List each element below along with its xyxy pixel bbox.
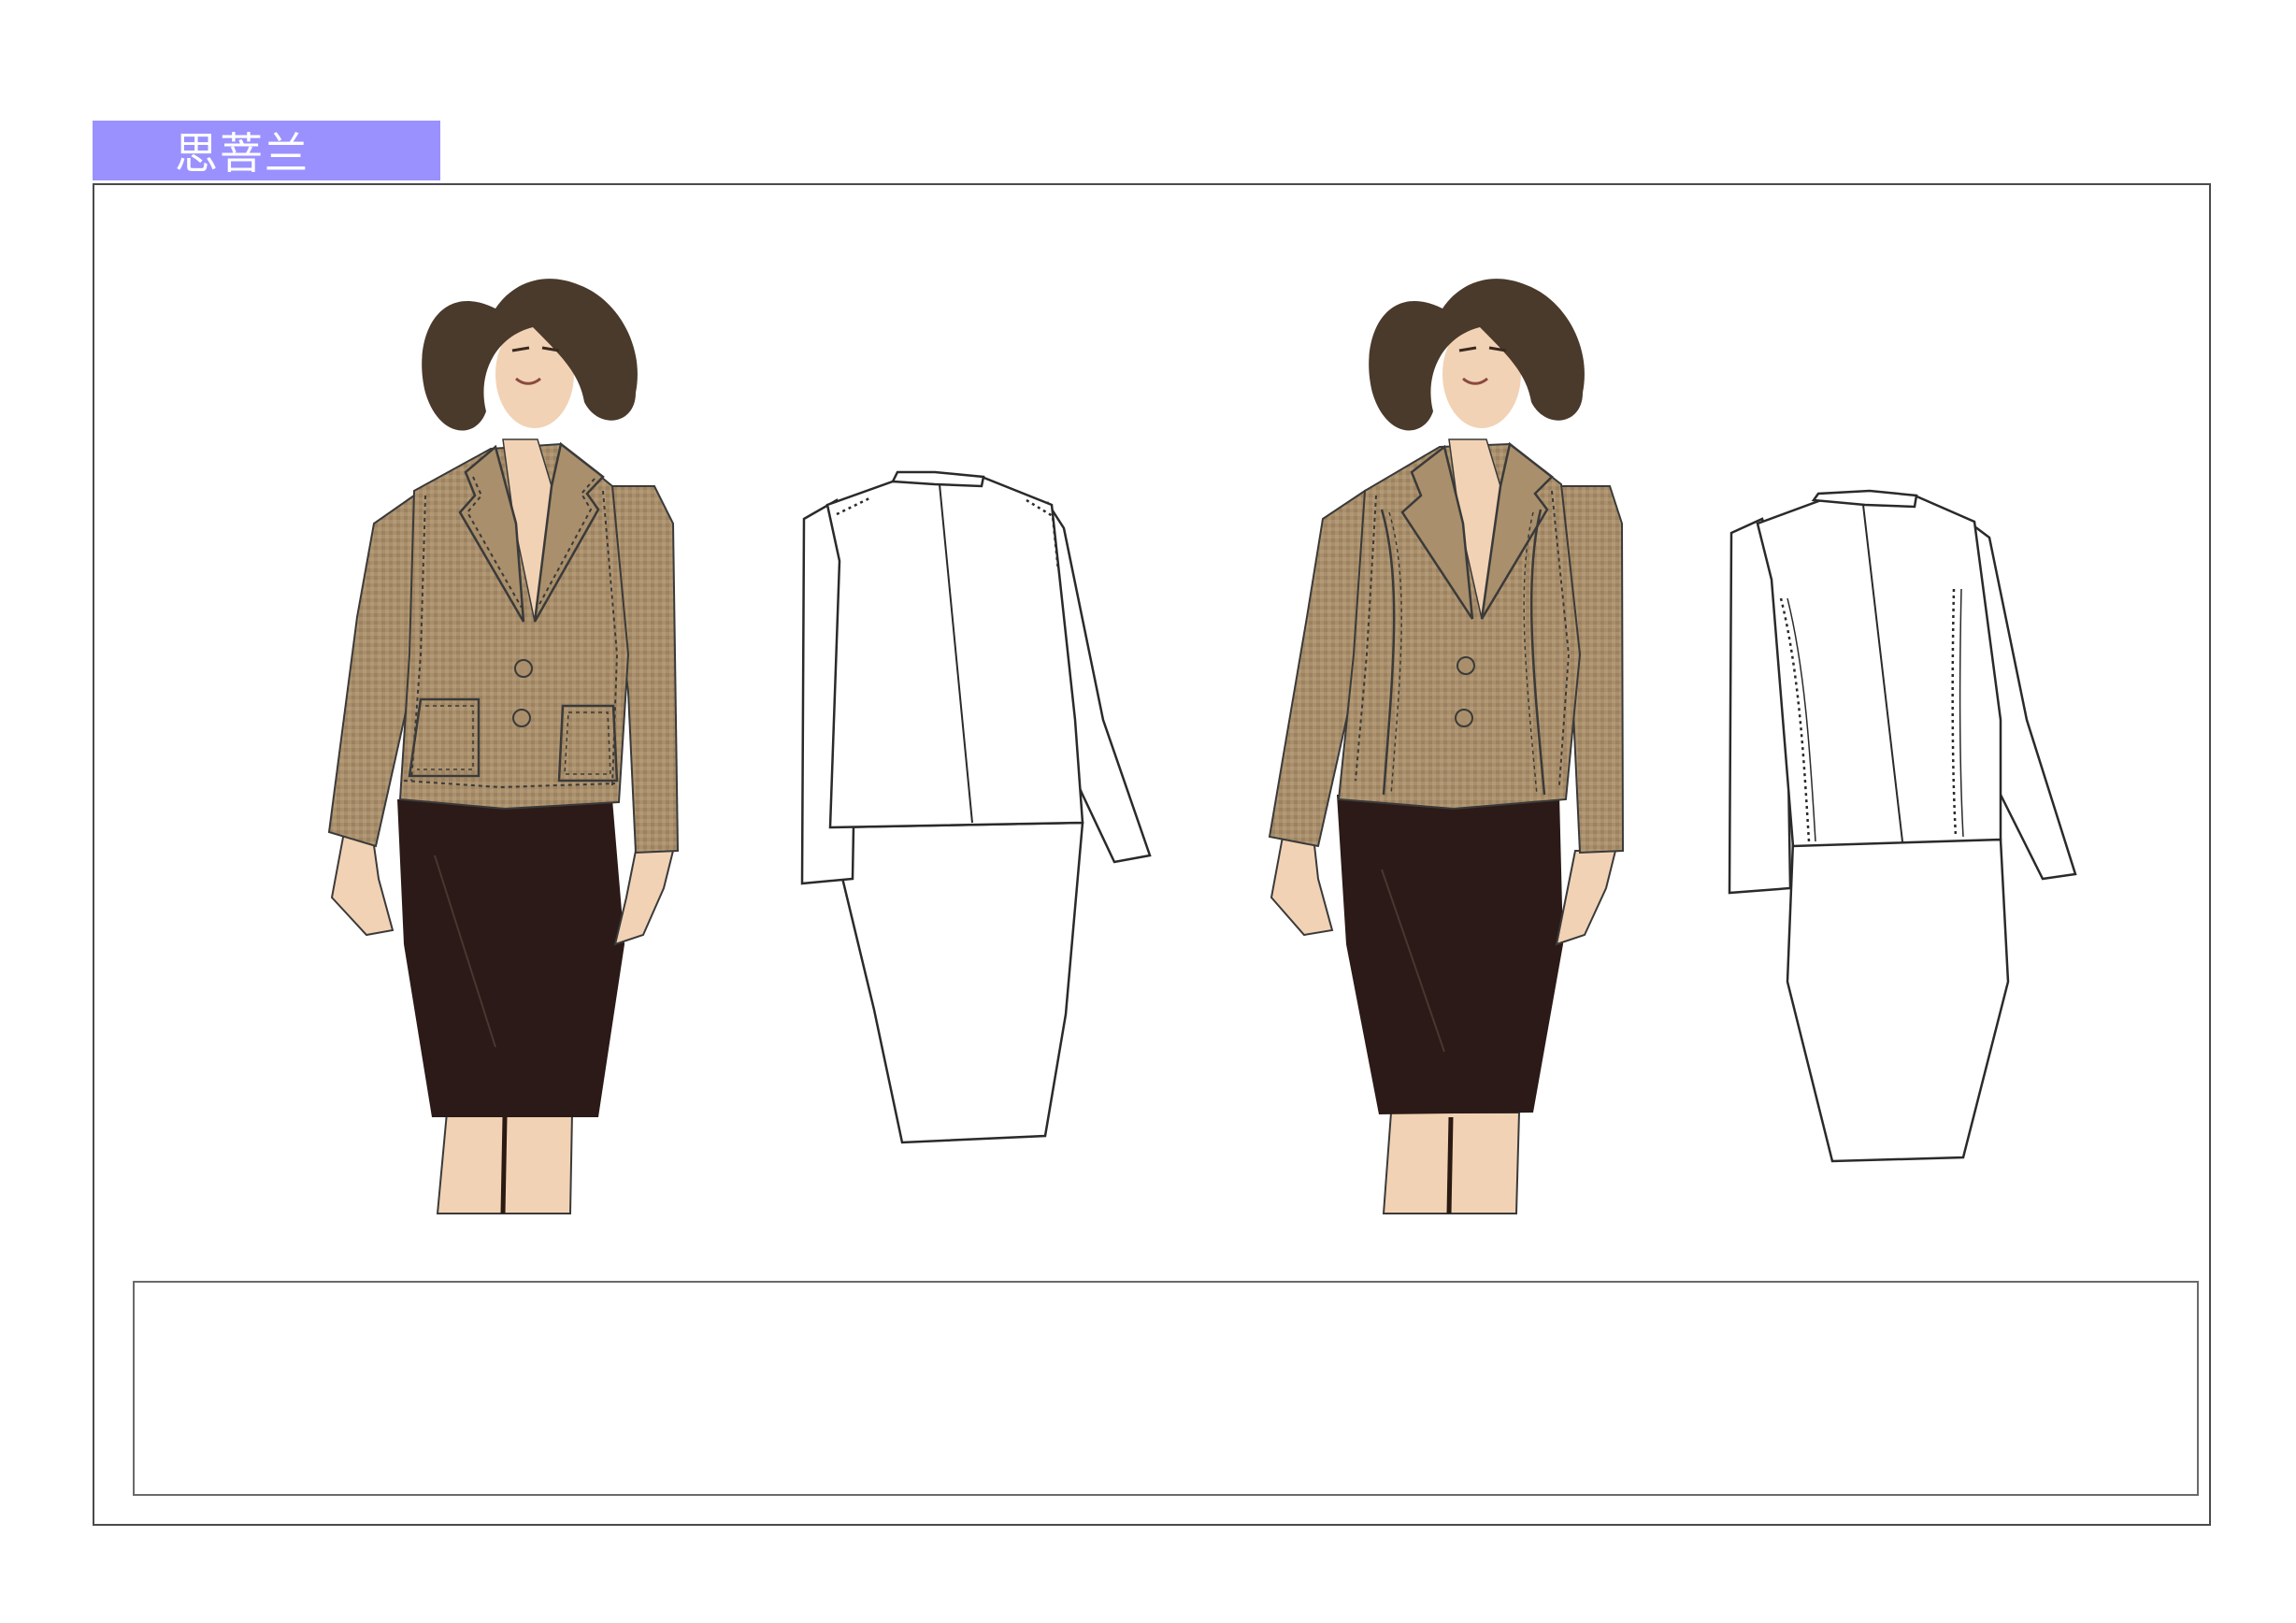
left-hand-2 — [1270, 836, 1334, 937]
skirt — [397, 799, 624, 1117]
figure-back-1 — [800, 470, 1152, 1144]
notes-box — [133, 1281, 2199, 1496]
figure-back-2 — [1728, 489, 2077, 1163]
left-hand — [330, 831, 395, 937]
button-1 — [514, 659, 533, 678]
right-hand — [613, 850, 675, 946]
button-4 — [1455, 709, 1473, 727]
figure-front-1 — [327, 279, 680, 1214]
button-3 — [1457, 656, 1475, 675]
button-2 — [512, 709, 531, 727]
back-skirt — [828, 821, 1084, 1144]
skirt-2 — [1337, 795, 1563, 1114]
back-skirt-2 — [1786, 838, 2010, 1163]
figure-front-2 — [1268, 279, 1625, 1214]
right-hand-2 — [1555, 850, 1617, 946]
